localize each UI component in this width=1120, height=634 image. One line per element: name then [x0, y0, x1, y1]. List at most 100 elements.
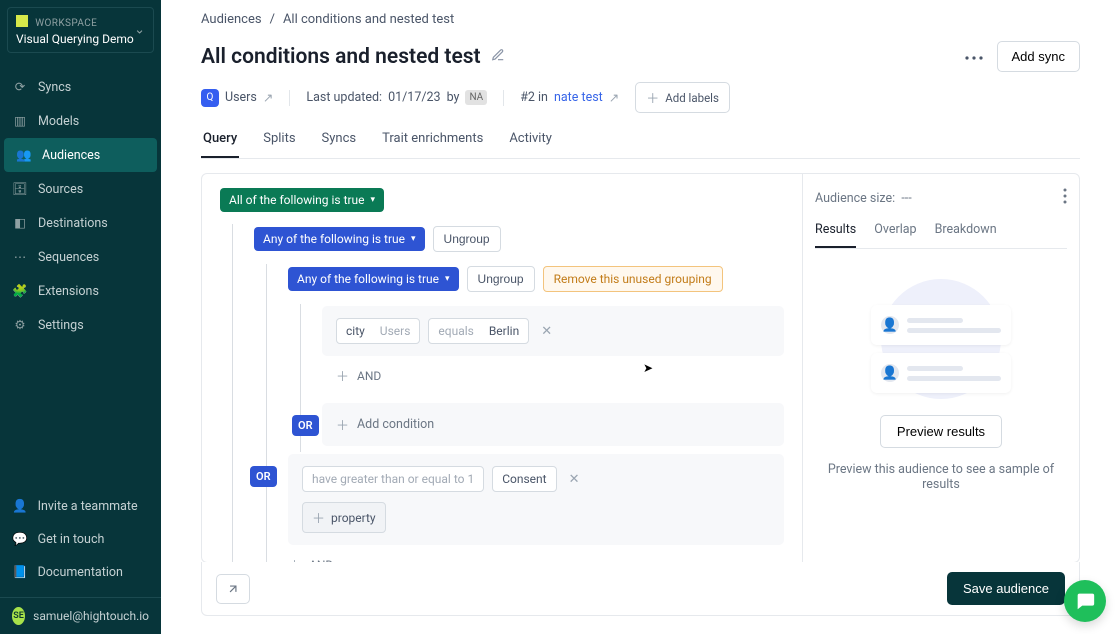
model-label[interactable]: Users: [225, 90, 257, 105]
updated-prefix: Last updated:: [306, 90, 382, 105]
group-any-dropdown[interactable]: Any of the following is true ▾: [254, 227, 425, 251]
condition-row: have greater than or equal to 1 Consent …: [288, 454, 784, 545]
external-link-icon[interactable]: ↗: [263, 90, 273, 106]
preview-results-button[interactable]: Preview results: [880, 415, 1002, 448]
side-tab-results[interactable]: Results: [815, 222, 856, 248]
operator-chip[interactable]: equals Berlin: [428, 318, 529, 344]
documentation[interactable]: 📘 Documentation: [0, 556, 161, 589]
plus-icon: ＋: [288, 555, 301, 562]
tab-query[interactable]: Query: [201, 131, 239, 158]
updated-date: 01/17/23: [388, 90, 440, 105]
chat-icon: 💬: [12, 532, 28, 547]
label: Models: [38, 114, 79, 129]
get-in-touch[interactable]: 💬 Get in touch: [0, 523, 161, 556]
chevron-down-icon: ▾: [411, 234, 416, 244]
side-tab-overlap[interactable]: Overlap: [874, 222, 916, 248]
value: Berlin: [489, 324, 519, 338]
op: equals: [438, 324, 473, 338]
label: Sources: [38, 182, 83, 197]
sidebar-item-audiences[interactable]: 👥 Audiences: [4, 138, 157, 172]
ungroup-button[interactable]: Ungroup: [433, 226, 501, 252]
sidebar-item-sources[interactable]: 🗄Sources: [0, 172, 161, 206]
save-audience-button[interactable]: Save audience: [947, 572, 1065, 605]
breadcrumb-root[interactable]: Audiences: [201, 12, 262, 27]
scope: Users: [380, 324, 411, 338]
model-chip: Q: [201, 89, 219, 107]
condition-text-chip[interactable]: have greater than or equal to 1: [302, 466, 484, 492]
sidebar-item-sequences[interactable]: ⋯Sequences: [0, 240, 161, 274]
add-labels-button[interactable]: ＋ Add labels: [635, 82, 730, 113]
book-icon: 📘: [12, 565, 28, 580]
tab-trait-enrichments[interactable]: Trait enrichments: [380, 131, 485, 158]
label: Add condition: [357, 417, 434, 432]
audience-side-panel: Audience size: --- Results Overlap Break…: [802, 174, 1079, 562]
side-tab-breakdown[interactable]: Breakdown: [935, 222, 997, 248]
or-badge: OR: [292, 415, 319, 436]
plus-icon: ＋: [312, 508, 325, 527]
rank-link[interactable]: nate test: [554, 90, 603, 105]
person-icon: 👤: [881, 364, 899, 382]
expand-button[interactable]: [216, 574, 250, 604]
field-chip[interactable]: city Users: [336, 318, 420, 344]
query-panel: All of the following is true ▾ Any of th…: [201, 173, 1080, 563]
label: Get in touch: [38, 532, 105, 547]
chat-widget-button[interactable]: [1064, 580, 1106, 622]
remove-unused-grouping[interactable]: Remove this unused grouping: [543, 266, 723, 292]
label: Destinations: [38, 216, 108, 231]
add-and-condition[interactable]: ＋ AND: [288, 545, 784, 562]
person-icon: 👤: [881, 316, 899, 334]
add-and-condition[interactable]: ＋ AND: [322, 356, 784, 395]
group-all-dropdown[interactable]: All of the following is true ▾: [220, 188, 384, 212]
or-badge: OR: [250, 466, 277, 487]
sequence-icon: ⋯: [12, 249, 28, 265]
audiences-icon: 👥: [16, 147, 32, 163]
tab-splits[interactable]: Splits: [261, 131, 297, 158]
plus-icon: ＋: [646, 88, 659, 107]
condition-row: city Users equals Berlin ✕: [322, 306, 784, 356]
remove-condition-icon[interactable]: ✕: [565, 470, 584, 489]
divider: [503, 90, 504, 106]
sidebar-item-syncs[interactable]: ⟳Syncs: [0, 70, 161, 104]
tab-activity[interactable]: Activity: [507, 131, 554, 158]
sidebar-item-extensions[interactable]: 🧩Extensions: [0, 274, 161, 308]
sidebar-item-settings[interactable]: ⚙Settings: [0, 308, 161, 342]
workspace-name: Visual Querying Demo: [16, 32, 145, 46]
remove-condition-icon[interactable]: ✕: [537, 322, 556, 341]
page-title: All conditions and nested test: [201, 45, 481, 69]
group-any-dropdown[interactable]: Any of the following is true ▾: [288, 267, 459, 291]
workspace-logo-icon: [16, 15, 28, 27]
reference-chip[interactable]: Consent: [492, 466, 556, 492]
main: Audiences / All conditions and nested te…: [161, 0, 1120, 634]
more-actions-button[interactable]: [961, 45, 987, 68]
tab-syncs[interactable]: Syncs: [320, 131, 359, 158]
label: Add labels: [665, 91, 719, 105]
label: All of the following is true: [229, 193, 365, 207]
workspace-switcher[interactable]: WORKSPACE Visual Querying Demo ⌄: [7, 7, 154, 53]
add-condition-button[interactable]: ＋ Add condition: [322, 403, 784, 446]
plus-icon: ＋: [336, 366, 349, 385]
ungroup-button[interactable]: Ungroup: [467, 266, 535, 292]
external-link-icon[interactable]: ↗: [609, 90, 619, 106]
sidebar: WORKSPACE Visual Querying Demo ⌄ ⟳Syncs …: [0, 0, 161, 634]
tabs: Query Splits Syncs Trait enrichments Act…: [201, 131, 1080, 159]
invite-teammate[interactable]: 👤Invite a teammate: [0, 490, 161, 523]
sidebar-item-destinations[interactable]: ◧Destinations: [0, 206, 161, 240]
updated-by: by: [447, 90, 460, 105]
add-sync-button[interactable]: Add sync: [997, 41, 1080, 72]
label: AND: [357, 369, 381, 383]
side-more-icon[interactable]: [1063, 188, 1067, 208]
edit-title-icon[interactable]: [491, 48, 505, 66]
workspace-label: WORKSPACE: [35, 18, 97, 29]
user-email: samuel@hightouch.io: [33, 609, 149, 623]
field: city: [346, 324, 365, 338]
plus-icon: ＋: [336, 415, 349, 434]
panel-footer: Save audience: [201, 562, 1080, 616]
label: Any of the following is true: [297, 272, 439, 286]
text: have greater than or equal to 1: [312, 472, 474, 486]
sidebar-item-models[interactable]: ▥Models: [0, 104, 161, 138]
user-menu[interactable]: SE samuel@hightouch.io: [0, 597, 161, 634]
label: Documentation: [38, 565, 123, 580]
author-chip: NA: [465, 90, 487, 105]
label: Audiences: [42, 148, 100, 163]
add-property-button[interactable]: ＋ property: [302, 502, 386, 533]
